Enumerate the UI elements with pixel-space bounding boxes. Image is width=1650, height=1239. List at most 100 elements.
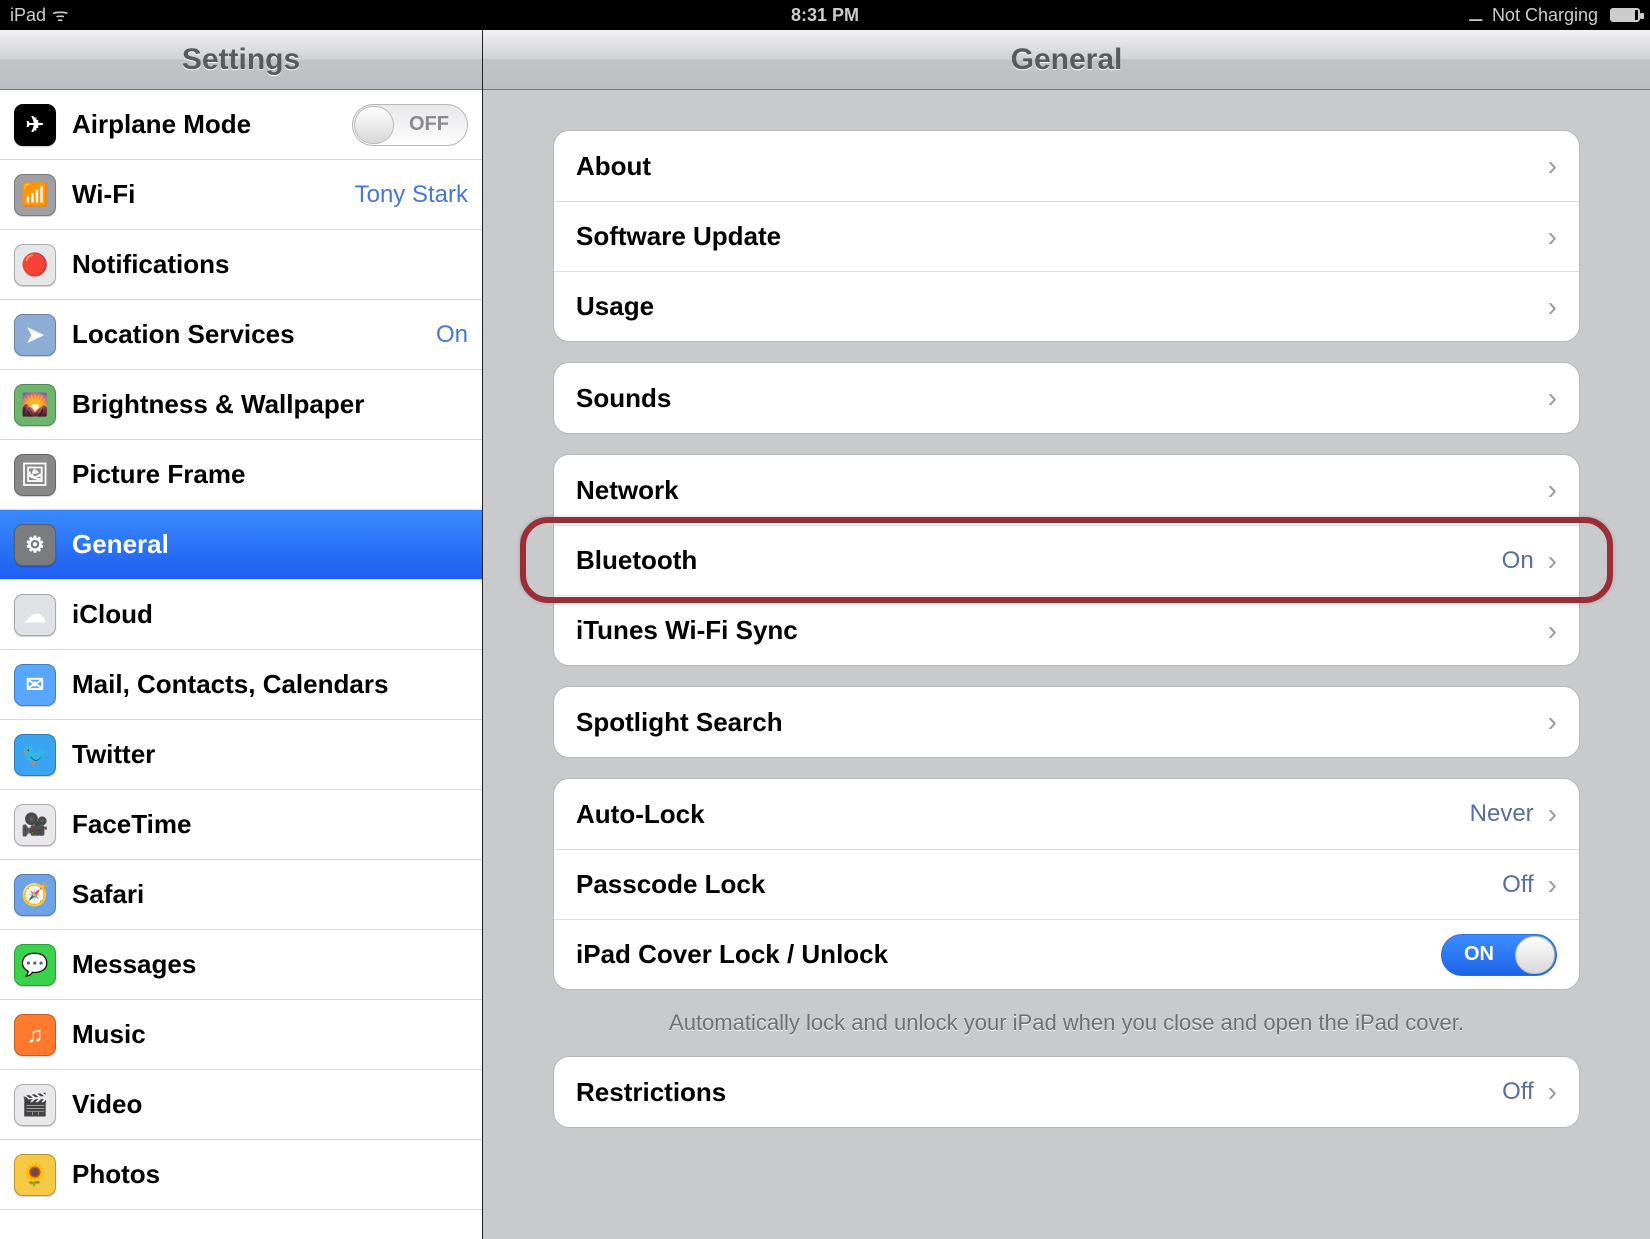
wifi-icon: ᯤ (52, 3, 68, 27)
row-software-update[interactable]: Software Update › (554, 201, 1579, 271)
toggle-off-label: OFF (409, 113, 449, 136)
device-label: iPad (10, 5, 46, 26)
sidebar-item-label: Messages (72, 949, 196, 980)
sidebar-icon: 🐦 (14, 734, 56, 776)
sidebar-item-facetime[interactable]: 🎥 FaceTime (0, 790, 482, 860)
sidebar-item-safari[interactable]: 🧭Safari (0, 860, 482, 930)
row-value: Off (1502, 1078, 1534, 1106)
row-bluetooth[interactable]: BluetoothOn› (554, 525, 1579, 595)
row-value: Never (1470, 800, 1534, 828)
sidebar-icon: 🌄 (14, 384, 56, 426)
row-value: On (1502, 547, 1534, 575)
settings-group: Restrictions Off › (553, 1056, 1580, 1128)
row-sounds[interactable]: Sounds › (554, 363, 1579, 433)
sidebar-item-picture-frame[interactable]: 🖼 Picture Frame (0, 440, 482, 510)
settings-group: Spotlight Search › (553, 686, 1580, 758)
sidebar-item-value: Tony Stark (355, 181, 468, 209)
row-label: Bluetooth (576, 545, 697, 576)
row-auto-lock[interactable]: Auto-Lock Never › (554, 779, 1579, 849)
sidebar-item-label: Video (72, 1089, 142, 1120)
toggle-knob (1515, 936, 1555, 974)
sidebar-icon: 🎥 (14, 804, 56, 846)
sidebar-item-label: General (72, 529, 169, 560)
row-passcode-lock[interactable]: Passcode LockOff› (554, 849, 1579, 919)
row-label: Network (576, 475, 679, 506)
row-label: iTunes Wi-Fi Sync (576, 615, 798, 646)
sidebar-item-video[interactable]: 🎬Video (0, 1070, 482, 1140)
row-network[interactable]: Network › (554, 455, 1579, 525)
sidebar-item-music[interactable]: ♫ Music (0, 1000, 482, 1070)
charging-label: Not Charging (1492, 5, 1598, 26)
chevron-right-icon: › (1548, 384, 1557, 412)
row-label: Software Update (576, 221, 781, 252)
sidebar-item-label: Picture Frame (72, 459, 245, 490)
sidebar-item-photos[interactable]: 🌻Photos (0, 1140, 482, 1210)
sidebar-item-messages[interactable]: 💬 Messages (0, 930, 482, 1000)
sidebar-item-notifications[interactable]: 🔴Notifications (0, 230, 482, 300)
general-detail-pane: General About › Software Update › Usage› Soun… (483, 30, 1650, 1239)
ipad-cover-lock-unlock-toggle[interactable]: ON (1441, 934, 1557, 976)
sidebar-item-label: Notifications (72, 249, 229, 280)
sidebar-item-label: Mail, Contacts, Calendars (72, 669, 388, 700)
sidebar-item-brightness-wallpaper[interactable]: 🌄Brightness & Wallpaper (0, 370, 482, 440)
sidebar-icon: 📶 (14, 174, 56, 216)
sidebar-item-mail-contacts-calendars[interactable]: ✉ Mail, Contacts, Calendars (0, 650, 482, 720)
row-usage[interactable]: Usage› (554, 271, 1579, 341)
sidebar-item-icloud[interactable]: ☁ iCloud (0, 580, 482, 650)
row-label: Auto-Lock (576, 799, 705, 830)
sidebar-item-label: Airplane Mode (72, 109, 251, 140)
sidebar-item-label: Wi-Fi (72, 179, 135, 210)
settings-group: Sounds › (553, 362, 1580, 434)
sidebar-icon: ☁ (14, 594, 56, 636)
chevron-right-icon: › (1548, 223, 1557, 251)
chevron-right-icon: › (1548, 800, 1557, 828)
row-label: iPad Cover Lock / Unlock (576, 939, 888, 970)
row-spotlight-search[interactable]: Spotlight Search › (554, 687, 1579, 757)
sidebar-item-label: Location Services (72, 319, 295, 350)
battery-icon (1610, 8, 1640, 22)
clock: 8:31 PM (791, 5, 859, 26)
chevron-right-icon: › (1548, 1078, 1557, 1106)
airplane-toggle[interactable]: OFF (352, 104, 468, 146)
sidebar-title: Settings (0, 30, 482, 90)
sidebar-item-label: Photos (72, 1159, 160, 1190)
chevron-right-icon: › (1548, 476, 1557, 504)
chevron-right-icon: › (1548, 152, 1557, 180)
chevron-right-icon: › (1548, 708, 1557, 736)
detail-scroll[interactable]: About›Software Update›Usage›Sounds›Netwo… (483, 90, 1650, 1239)
chevron-right-icon: › (1548, 617, 1557, 645)
row-label: Spotlight Search (576, 707, 783, 738)
row-label: Restrictions (576, 1077, 726, 1108)
bluetooth-icon: ⚊ (1468, 5, 1484, 26)
settings-group: About › Software Update › Usage› (553, 130, 1580, 342)
row-restrictions[interactable]: Restrictions Off › (554, 1057, 1579, 1127)
toggle-knob (354, 106, 394, 144)
toggle-on-label: ON (1464, 943, 1494, 966)
sidebar-item-twitter[interactable]: 🐦 Twitter (0, 720, 482, 790)
sidebar-item-label: Music (72, 1019, 146, 1050)
sidebar-icon: ♫ (14, 1014, 56, 1056)
sidebar-item-label: iCloud (72, 599, 153, 630)
row-label: Sounds (576, 383, 671, 414)
group-footnote: Automatically lock and unlock your iPad … (573, 1010, 1560, 1036)
sidebar-item-label: Twitter (72, 739, 155, 770)
settings-group: Auto-LockNever›Passcode LockOff›iPad Cov… (553, 778, 1580, 990)
sidebar-icon: ➤ (14, 314, 56, 356)
airplane-icon: ✈ (14, 104, 56, 146)
row-about[interactable]: About › (554, 131, 1579, 201)
sidebar-icon: 🖼 (14, 454, 56, 496)
sidebar-item-airplane-mode[interactable]: ✈ Airplane Mode OFF (0, 90, 482, 160)
sidebar-item-wi-fi[interactable]: 📶 Wi-Fi Tony Stark (0, 160, 482, 230)
sidebar-icon: 💬 (14, 944, 56, 986)
row-label: About (576, 151, 651, 182)
detail-title: General (483, 30, 1650, 90)
sidebar-icon: ✉ (14, 664, 56, 706)
sidebar-item-general[interactable]: ⚙General (0, 510, 482, 580)
row-itunes-wi-fi-sync[interactable]: iTunes Wi-Fi Sync › (554, 595, 1579, 665)
sidebar-list[interactable]: ✈ Airplane Mode OFF 📶 Wi-Fi Tony Stark 🔴Not… (0, 90, 482, 1239)
row-label: Passcode Lock (576, 869, 765, 900)
sidebar-item-location-services[interactable]: ➤Location ServicesOn (0, 300, 482, 370)
sidebar-item-label: FaceTime (72, 809, 191, 840)
sidebar-item-label: Safari (72, 879, 144, 910)
row-ipad-cover-lock-unlock[interactable]: iPad Cover Lock / Unlock ON (554, 919, 1579, 989)
